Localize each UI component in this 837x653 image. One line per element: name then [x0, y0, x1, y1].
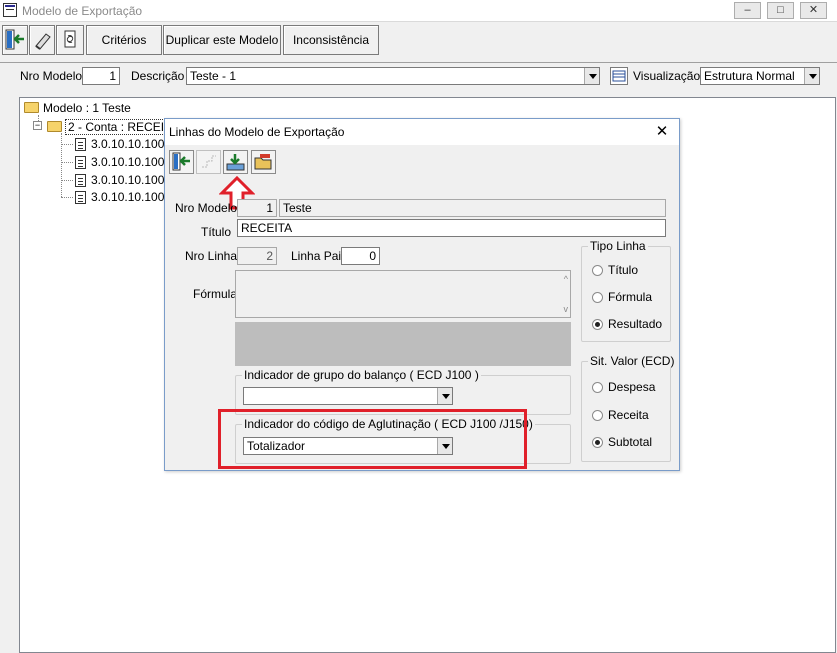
dialog-titlebar: Linhas do Modelo de Exportação ✕: [165, 119, 679, 145]
open-folder-icon: [47, 121, 62, 132]
exit-door-icon: [5, 29, 24, 50]
descricao-label: Descrição: [131, 69, 185, 83]
nro-linha-field: 2: [237, 247, 277, 265]
descricao-field[interactable]: Teste - 1: [186, 67, 600, 85]
scroll-down-icon[interactable]: v: [564, 303, 569, 315]
folder-icon: [24, 102, 39, 113]
window-title: Modelo de Exportação: [22, 4, 143, 18]
tipo-titulo-label: Título: [608, 263, 639, 277]
nro-modelo-field[interactable]: 1: [82, 67, 120, 85]
visualizacao-button[interactable]: [610, 67, 628, 85]
tree-line: [61, 162, 73, 163]
tree-collapse-toggle[interactable]: −: [33, 121, 42, 130]
dialog-hierarchy-button[interactable]: [196, 150, 221, 174]
exit-door-icon: [172, 152, 190, 171]
grupo-balanco-select[interactable]: [243, 387, 453, 405]
formula-preview-panel: [235, 322, 571, 366]
tree-line: [61, 133, 62, 197]
grupo-balanco-dropdown-arrow[interactable]: [437, 388, 452, 404]
tree-root-node[interactable]: Modelo : 1 Teste: [43, 101, 131, 115]
sit-despesa-label: Despesa: [608, 380, 656, 394]
sit-subtotal-label: Subtotal: [608, 435, 653, 449]
tipo-formula-radio[interactable]: [592, 292, 603, 303]
folder-open-icon: [254, 154, 272, 170]
minimize-button[interactable]: –: [734, 2, 761, 19]
tree-conta-node[interactable]: 2 - Conta : RECEITA: [65, 119, 171, 135]
dialog-import-button[interactable]: [223, 150, 248, 174]
sit-subtotal-radio[interactable]: [592, 437, 603, 448]
tree-line: [61, 144, 73, 145]
grupo-balanco-label: Indicador de grupo do balanço ( ECD J100…: [242, 368, 481, 382]
tipo-formula-label: Fórmula: [608, 290, 653, 304]
sit-despesa-radio[interactable]: [592, 382, 603, 393]
tipo-resultado-label: Resultado: [608, 317, 663, 331]
linhas-modelo-dialog: Linhas do Modelo de Exportação ✕ Nro Mod…: [164, 118, 680, 471]
criterios-button[interactable]: Critérios: [86, 25, 162, 55]
close-button[interactable]: ✕: [800, 2, 827, 19]
visualizacao-dropdown-arrow[interactable]: [804, 68, 819, 84]
edit-button[interactable]: [29, 25, 55, 55]
document-icon: [75, 138, 86, 151]
tray-download-icon: [226, 154, 245, 171]
inconsistencia-button[interactable]: Inconsistência: [283, 25, 379, 55]
document-icon: [75, 156, 86, 169]
nro-linha-label: Nro Linha: [185, 249, 238, 263]
red-highlight-box: [218, 409, 527, 469]
eraser-icon: [35, 33, 51, 50]
dialog-close-button[interactable]: ✕: [653, 123, 671, 141]
tipo-resultado-radio[interactable]: [592, 319, 603, 330]
maximize-button[interactable]: □: [767, 2, 794, 19]
sit-valor-label: Sit. Valor (ECD): [588, 354, 677, 368]
nro-modelo-label: Nro Modelo: [20, 69, 83, 83]
sync-icon: [64, 30, 76, 48]
window-titlebar: Modelo de Exportação – □ ✕: [0, 0, 837, 22]
titulo-field[interactable]: RECEITA: [237, 219, 666, 237]
formula-textarea[interactable]: ^ v: [235, 270, 571, 318]
hierarchy-icon: [202, 155, 216, 168]
list-view-icon: [612, 70, 626, 82]
tipo-titulo-radio[interactable]: [592, 265, 603, 276]
dialog-title: Linhas do Modelo de Exportação: [169, 125, 345, 139]
document-icon: [75, 174, 86, 187]
dialog-nro-modelo-field: 1: [237, 199, 277, 217]
dialog-open-button[interactable]: [251, 150, 276, 174]
toolbar-separator: [0, 62, 837, 63]
duplicar-modelo-button[interactable]: Duplicar este Modelo: [163, 25, 281, 55]
tree-line: [61, 197, 73, 198]
linha-pai-label: Linha Pai: [291, 249, 342, 263]
descricao-value: Teste - 1: [190, 69, 237, 83]
titulo-label: Título: [201, 225, 232, 239]
document-icon: [75, 191, 86, 204]
dialog-nro-modelo-label: Nro Modelo: [175, 201, 238, 215]
tree-line: [61, 180, 73, 181]
descricao-dropdown-arrow[interactable]: [584, 68, 599, 84]
sit-receita-radio[interactable]: [592, 410, 603, 421]
visualizacao-select[interactable]: Estrutura Normal: [700, 67, 820, 85]
tipo-linha-label: Tipo Linha: [588, 239, 648, 253]
tree-leaf-node[interactable]: 3.0.10.10.100.1: [91, 173, 169, 187]
formula-label: Fórmula: [193, 287, 238, 301]
app-icon: [3, 3, 17, 17]
tree-leaf-node[interactable]: 3.0.10.10.100.1: [91, 155, 169, 169]
dialog-exit-button[interactable]: [169, 150, 194, 174]
tree-leaf-node[interactable]: 3.0.10.10.100.1: [91, 190, 169, 204]
sit-receita-label: Receita: [608, 408, 649, 422]
scroll-up-icon[interactable]: ^: [564, 273, 568, 285]
visualizacao-label: Visualização: [633, 69, 701, 83]
dialog-modelo-desc-field: Teste: [279, 199, 666, 217]
visualizacao-value: Estrutura Normal: [704, 69, 795, 83]
linha-pai-field[interactable]: 0: [341, 247, 380, 265]
exit-button[interactable]: [2, 25, 28, 55]
refresh-button[interactable]: [56, 25, 84, 55]
tree-leaf-node[interactable]: 3.0.10.10.100.0: [91, 137, 169, 151]
